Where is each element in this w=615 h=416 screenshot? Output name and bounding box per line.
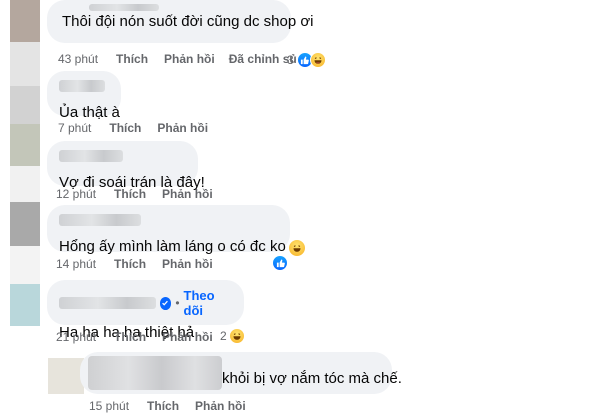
comment-time[interactable]: 7 phút (58, 121, 91, 135)
like-icon (272, 255, 288, 271)
avatar[interactable] (10, 246, 40, 284)
comment-bubble: Vợ đi soái trán là đây! (47, 141, 205, 191)
comment-bubble: Hổng ấy mình làm láng o có đc ko (47, 205, 305, 256)
comment-bubble: Thôi đội nón suốt đời cũng dc shop ơi (47, 0, 314, 43)
comment-actions: 7 phút Thích Phản hồi (58, 121, 224, 135)
haha-icon (288, 240, 305, 256)
blurred-name-block (88, 356, 222, 390)
commenter-name[interactable] (59, 150, 123, 162)
avatar[interactable] (10, 42, 40, 86)
avatar[interactable] (10, 0, 40, 42)
blurred-avatar-block (48, 358, 84, 394)
reaction-count: 3 (287, 53, 294, 67)
reply-button[interactable]: Phản hồi (162, 330, 213, 344)
comment-text-content: Hổng ấy mình làm láng o có đc ko (59, 238, 286, 255)
avatar[interactable] (10, 166, 40, 202)
comment-time[interactable]: 14 phút (56, 257, 96, 271)
like-button[interactable]: Thích (116, 52, 148, 66)
comment-actions: 43 phút Thích Phản hồi Đã chỉnh sửa (58, 52, 321, 66)
comment-text: Ủa thật à (59, 104, 120, 121)
avatar[interactable] (10, 284, 40, 326)
haha-icon (228, 328, 245, 344)
like-button[interactable]: Thích (114, 257, 146, 271)
avatar[interactable] (10, 202, 40, 246)
separator-dot: • (175, 296, 180, 310)
comment-time[interactable]: 21 phút (56, 330, 96, 344)
comment-bubble: khỏi bị vợ nắm tóc mà chế. (80, 352, 402, 394)
like-button[interactable]: Thích (114, 330, 146, 344)
reply-button[interactable]: Phản hồi (162, 257, 213, 271)
comment-actions: 14 phút Thích Phản hồi (56, 257, 229, 271)
comment-text: khỏi bị vợ nắm tóc mà chế. (222, 370, 402, 387)
haha-icon (309, 52, 326, 68)
reply-button[interactable]: Phản hồi (164, 52, 215, 66)
like-button[interactable]: Thích (147, 399, 179, 413)
comment-bubble: • Theo dõi Ha ha ha ha thiệt hả (47, 280, 244, 341)
commenter-name[interactable] (59, 297, 156, 309)
commenter-name[interactable] (59, 214, 141, 226)
comment-actions: 21 phút Thích Phản hồi (56, 330, 229, 344)
avatar[interactable] (10, 124, 40, 166)
comment-actions: 12 phút Thích Phản hồi (56, 187, 229, 201)
comment-time[interactable]: 43 phút (58, 52, 98, 66)
verified-badge-icon (159, 296, 172, 310)
like-button[interactable]: Thích (114, 187, 146, 201)
reaction-summary[interactable]: 3 (287, 51, 327, 69)
comment-actions: 15 phút Thích Phản hồi (89, 399, 262, 413)
reply-button[interactable]: Phản hồi (195, 399, 246, 413)
like-button[interactable]: Thích (109, 121, 141, 135)
reply-button[interactable]: Phản hồi (162, 187, 213, 201)
follow-button[interactable]: Theo dõi (184, 288, 232, 318)
comment-time[interactable]: 12 phút (56, 187, 96, 201)
reply-button[interactable]: Phản hồi (157, 121, 208, 135)
commenter-name[interactable] (89, 4, 159, 11)
comment-time[interactable]: 15 phút (89, 399, 129, 413)
reaction-summary[interactable]: 2 (220, 328, 245, 344)
comment-bubble: Ủa thật à (47, 71, 121, 121)
avatar[interactable] (10, 86, 40, 124)
comment-text: Hổng ấy mình làm láng o có đc ko (59, 237, 305, 256)
comment-text: Thôi đội nón suốt đời cũng dc shop ơi (62, 13, 314, 30)
commenter-name[interactable] (59, 80, 105, 92)
reaction-count: 2 (220, 329, 227, 343)
reaction-summary[interactable] (272, 255, 288, 271)
